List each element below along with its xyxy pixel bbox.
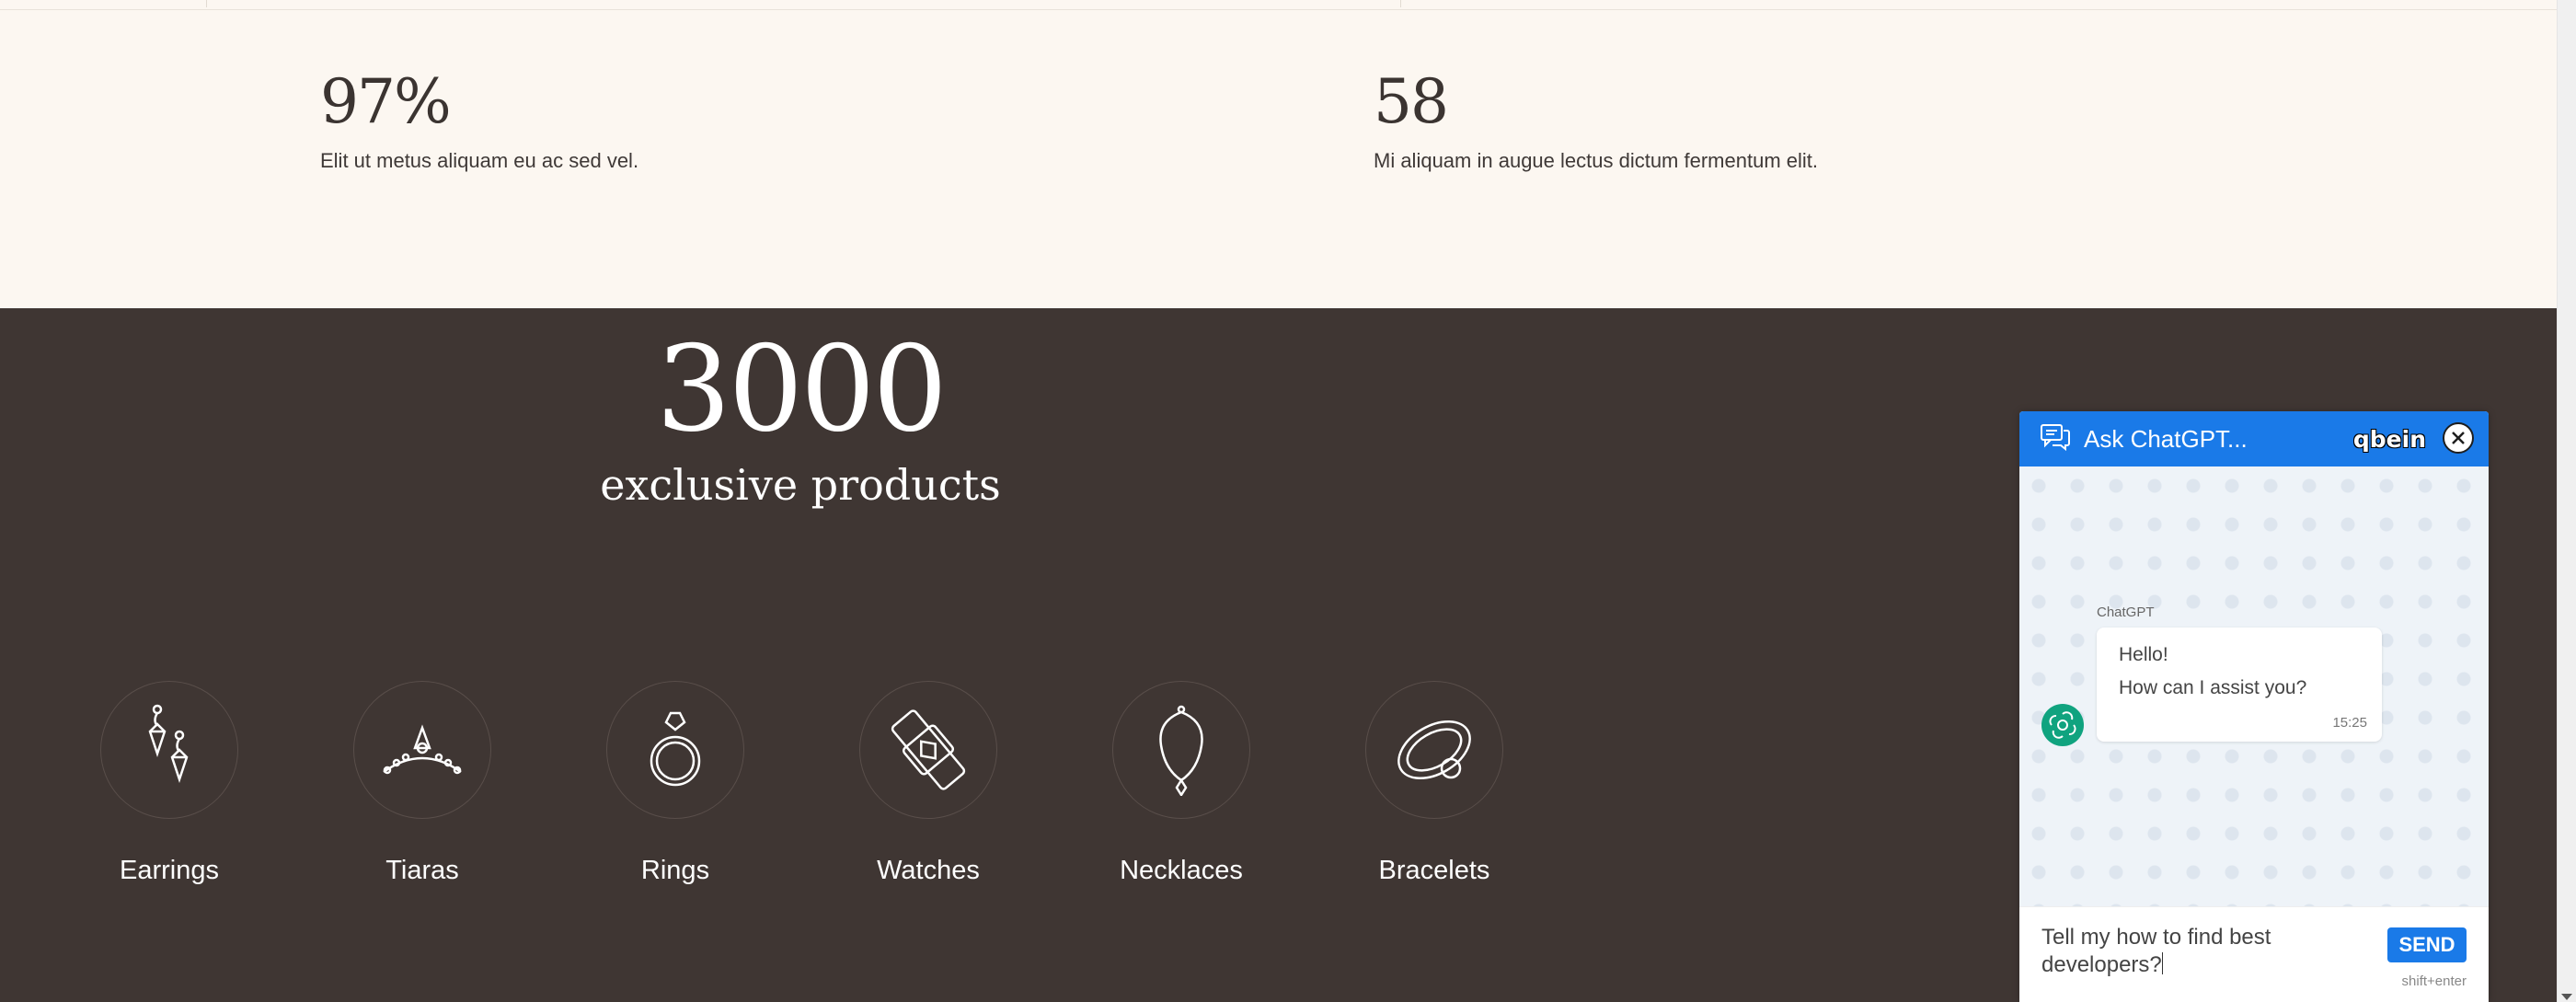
stat-description: Mi aliquam in augue lectus dictum fermen… [1374,149,1818,172]
category-label[interactable]: Bracelets [1319,856,1549,886]
category-label[interactable]: Tiaras [307,856,537,886]
close-icon [2452,432,2465,444]
message-time: 15:25 [2332,715,2367,731]
category-earrings[interactable]: Earrings [54,681,284,886]
category-rings[interactable]: Rings [560,681,790,886]
openai-logo-icon [2049,711,2076,739]
category-circle[interactable] [606,681,744,819]
category-tiaras[interactable]: Tiaras [307,681,537,886]
category-necklaces[interactable]: Necklaces [1066,681,1296,886]
chat-messages[interactable]: ChatGPT Hello! How can I assist you? 15:… [2019,466,2489,906]
message-input-text: Tell my how to find best developers? [2041,925,2271,977]
divider [1400,0,1401,7]
divider [206,0,207,7]
category-circle[interactable] [1365,681,1503,819]
earrings-icon [148,704,189,783]
stat-number: 58 [1374,66,1449,137]
category-label[interactable]: Rings [560,856,790,886]
avatar [2041,704,2084,746]
bracelet-icon [1397,720,1471,780]
category-label[interactable]: Necklaces [1066,856,1296,886]
message-input[interactable]: Tell my how to find best developers? [2041,924,2373,979]
close-button[interactable] [2443,422,2474,454]
category-label[interactable]: Earrings [54,856,284,886]
brand-logo: qbein [2352,426,2426,453]
chat-composer: Tell my how to find best developers? SEN… [2019,906,2489,1002]
category-watches[interactable]: Watches [813,681,1043,886]
category-circle[interactable] [859,681,997,819]
scrollbar[interactable] [2557,0,2576,1002]
stat-number: 97% [320,66,452,137]
tiara-icon [383,724,462,775]
chat-header[interactable]: Ask ChatGPT... qbein [2019,411,2489,466]
chat-bubble-icon [2040,423,2071,455]
ring-icon [650,711,701,787]
chat-widget: Ask ChatGPT... qbein ChatGPT Hello! How … [2019,411,2489,1002]
top-border [0,0,2558,10]
necklace-icon [1159,705,1203,796]
products-subtitle: exclusive products [600,460,1001,510]
category-circle[interactable] [353,681,491,819]
text-caret [2161,952,2164,974]
watch-icon [891,709,966,790]
category-circle[interactable] [100,681,238,819]
category-bracelets[interactable]: Bracelets [1319,681,1549,886]
stat-block-2: 58 Mi aliquam in augue lectus dictum fer… [1374,72,1818,173]
category-circle[interactable] [1112,681,1250,819]
scroll-down-icon[interactable] [2561,994,2572,1000]
shortcut-hint: shift+enter [2401,973,2467,989]
stat-block-1: 97% Elit ut metus aliquam eu ac sed vel. [320,72,638,173]
send-button[interactable]: SEND [2387,927,2467,962]
message-text: Hello! [2119,644,2168,665]
stat-description: Elit ut metus aliquam eu ac sed vel. [320,149,639,172]
products-count: 3000 [656,321,948,458]
message-bubble: Hello! How can I assist you? 15:25 [2097,628,2382,742]
chat-title: Ask ChatGPT... [2084,424,2248,453]
category-label[interactable]: Watches [813,856,1043,886]
message-sender: ChatGPT [2097,605,2155,620]
message-text: How can I assist you? [2119,677,2307,698]
